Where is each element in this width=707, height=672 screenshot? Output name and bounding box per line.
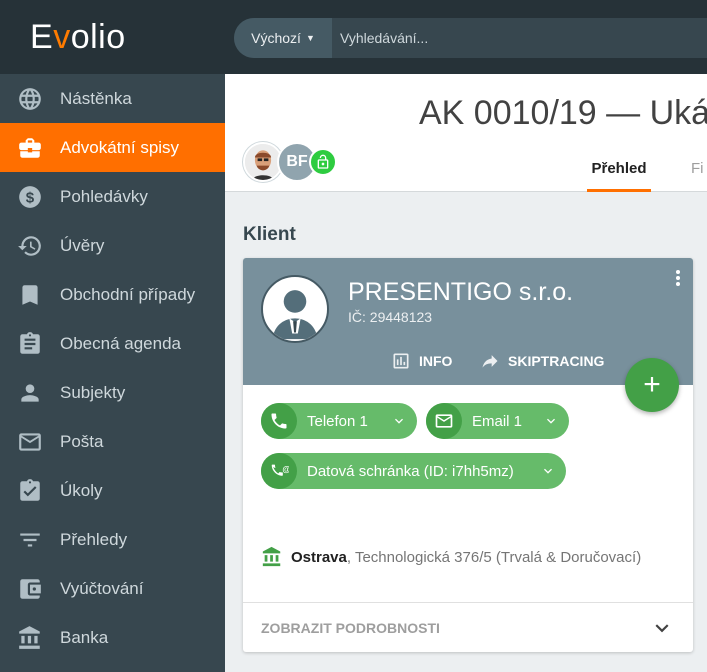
- sidebar-item-pohledavky[interactable]: $ Pohledávky: [0, 172, 225, 221]
- sidebar-item-prehledy[interactable]: Přehledy: [0, 515, 225, 564]
- chevron-down-icon: [395, 418, 403, 424]
- top-bar: Evolio Výchozí ▼: [0, 0, 707, 74]
- history-icon: [0, 233, 60, 259]
- email-chip[interactable]: Email 1: [426, 403, 569, 439]
- tab-finance[interactable]: Fi: [691, 154, 704, 192]
- sidebar-item-label: Advokátní spisy: [60, 137, 180, 157]
- lock-open-icon[interactable]: [309, 148, 337, 176]
- sidebar-item-label: Subjekty: [60, 382, 126, 402]
- client-card: PRESENTIGO s.r.o. IČ: 29448123 INFO SKIP…: [243, 258, 693, 652]
- app-logo[interactable]: Evolio: [30, 18, 126, 57]
- search-input[interactable]: [340, 30, 700, 46]
- chevron-down-icon: [544, 468, 552, 474]
- sidebar-item-advokatni-spisy[interactable]: Advokátní spisy: [0, 123, 225, 172]
- sidebar-item-ukoly[interactable]: Úkoly: [0, 466, 225, 515]
- wallet-icon: [0, 576, 60, 602]
- show-details-label: ZOBRAZIT PODROBNOSTI: [261, 619, 440, 636]
- bookmark-icon: [0, 282, 60, 308]
- sidebar-item-posta[interactable]: Pošta: [0, 417, 225, 466]
- search-scope-label: Výchozí: [251, 30, 301, 46]
- share-arrow-icon: [482, 355, 498, 368]
- mail-icon: [426, 403, 462, 439]
- tab-prehled[interactable]: Přehled: [587, 154, 651, 192]
- details-toggle-row[interactable]: ZOBRAZIT PODROBNOSTI: [243, 602, 693, 652]
- phone-icon: [261, 403, 297, 439]
- bank-icon: [0, 625, 60, 651]
- search-scope-dropdown[interactable]: Výchozí ▼: [234, 18, 332, 58]
- filter-icon: [0, 527, 60, 553]
- client-avatar: [261, 275, 329, 343]
- search-bar: Výchozí ▼: [234, 18, 707, 58]
- briefcase-icon: [0, 135, 60, 161]
- sidebar-item-label: Přehledy: [60, 529, 128, 549]
- more-vert-icon[interactable]: [673, 270, 683, 286]
- file-tabs: Přehled Fi: [587, 154, 704, 192]
- chevron-down-icon: [547, 418, 555, 424]
- info-label: INFO: [419, 353, 453, 369]
- mail-icon: [0, 429, 60, 455]
- sidebar-item-banka[interactable]: Banka: [0, 613, 225, 662]
- client-address: Ostrava, Technologická 376/5 (Trvalá & D…: [261, 546, 641, 568]
- client-name[interactable]: PRESENTIGO s.r.o.: [348, 278, 573, 307]
- sidebar: Nástěnka Advokátní spisy $ Pohledávky Úv…: [0, 74, 225, 672]
- sidebar-item-uvery[interactable]: Úvěry: [0, 221, 225, 270]
- sidebar-item-nastenka[interactable]: Nástěnka: [0, 74, 225, 123]
- svg-text:$: $: [26, 189, 35, 206]
- chevron-down-icon: [655, 623, 669, 632]
- sidebar-item-vyuctovani[interactable]: Vyúčtování: [0, 564, 225, 613]
- clipboard-icon: [0, 331, 60, 357]
- globe-icon: [0, 86, 60, 112]
- sidebar-item-label: Nástěnka: [60, 88, 132, 108]
- section-title-klient: Klient: [243, 224, 296, 245]
- main-content: AK 0010/19 — Uká BF Přehled Fi Klient PR…: [225, 74, 707, 672]
- sidebar-item-subjekty[interactable]: Subjekty: [0, 368, 225, 417]
- sidebar-item-label: Obecná agenda: [60, 333, 181, 353]
- address-city: Ostrava: [291, 548, 347, 566]
- email-label: Email 1: [472, 412, 523, 430]
- sidebar-item-label: Obchodní případy: [60, 284, 196, 304]
- assignee-avatars: BF: [243, 142, 337, 182]
- page-title: AK 0010/19 — Uká: [419, 94, 707, 132]
- sidebar-item-obchodni-pripady[interactable]: Obchodní případy: [0, 270, 225, 319]
- chart-icon: [393, 353, 409, 369]
- phone-chip[interactable]: Telefon 1: [261, 403, 417, 439]
- file-header: AK 0010/19 — Uká BF Přehled Fi: [225, 74, 707, 192]
- sidebar-item-label: Pošta: [60, 431, 104, 451]
- dollar-icon: $: [0, 184, 60, 210]
- sidebar-item-label: Banka: [60, 627, 109, 647]
- person-icon: [0, 380, 60, 406]
- sidebar-item-obecna-agenda[interactable]: Obecná agenda: [0, 319, 225, 368]
- sidebar-item-label: Vyúčtování: [60, 578, 144, 598]
- skiptracing-label: SKIPTRACING: [508, 353, 605, 369]
- address-street: , Technologická 376/5 (Trvalá & Doručova…: [346, 548, 642, 566]
- svg-text:@: @: [282, 464, 289, 474]
- task-icon: [0, 478, 60, 504]
- sidebar-item-label: Úkoly: [60, 480, 103, 500]
- skiptracing-button[interactable]: SKIPTRACING: [480, 351, 604, 371]
- sidebar-item-label: Úvěry: [60, 235, 105, 255]
- info-button[interactable]: INFO: [391, 351, 452, 371]
- sidebar-item-label: Pohledávky: [60, 186, 148, 206]
- client-ic: IČ: 29448123: [348, 309, 433, 325]
- phone-label: Telefon 1: [307, 412, 368, 430]
- databox-phone-icon: @: [261, 453, 297, 489]
- databox-chip[interactable]: @ Datová schránka (ID: i7hh5mz): [261, 453, 566, 489]
- databox-label: Datová schránka (ID: i7hh5mz): [307, 462, 514, 480]
- bank-icon: [262, 546, 281, 567]
- add-fab-button[interactable]: +: [625, 358, 679, 412]
- client-card-header: PRESENTIGO s.r.o. IČ: 29448123 INFO SKIP…: [243, 258, 693, 385]
- caret-down-icon: ▼: [305, 33, 315, 43]
